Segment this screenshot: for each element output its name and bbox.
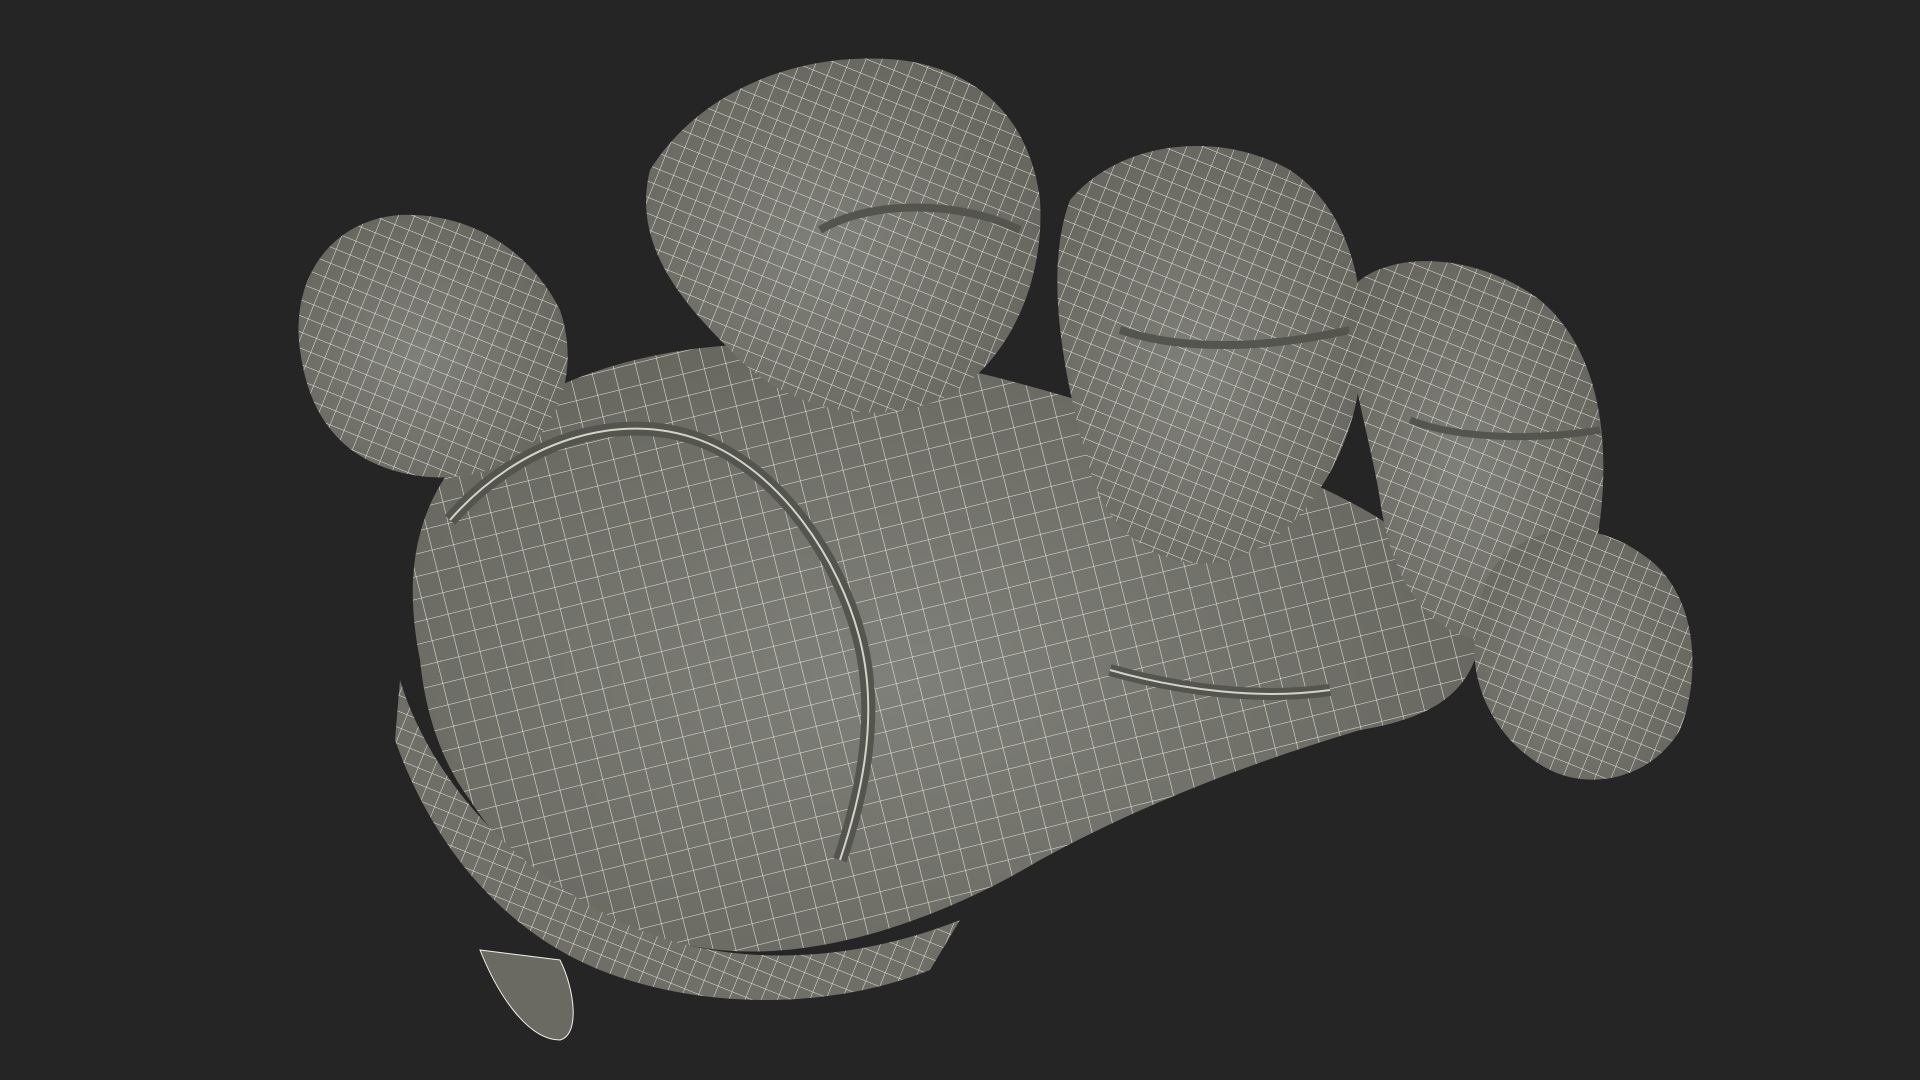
thumb [298, 214, 568, 478]
little-finger [1474, 530, 1693, 780]
3d-viewport[interactable] [0, 0, 1920, 1080]
glove-wireframe-render [298, 58, 1693, 1041]
